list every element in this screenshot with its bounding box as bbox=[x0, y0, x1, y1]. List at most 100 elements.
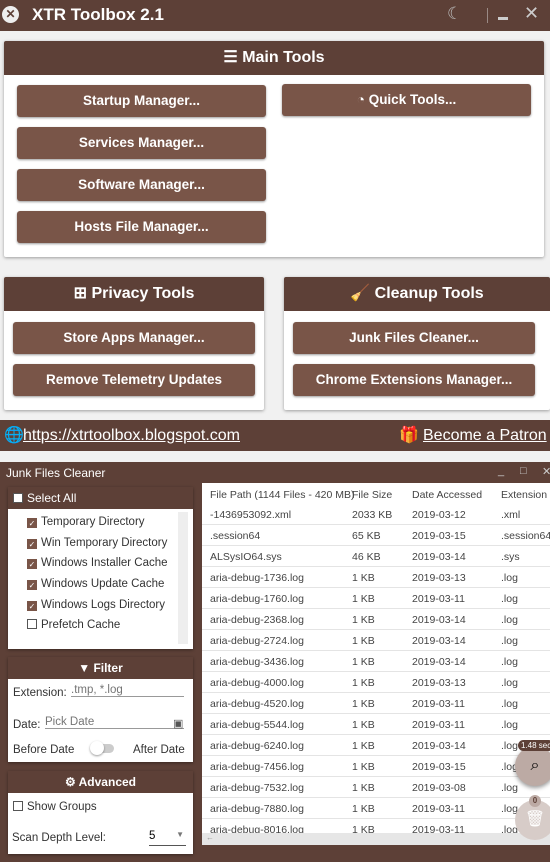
hosts-file-manager-button[interactable]: Hosts File Manager... bbox=[17, 211, 266, 243]
table-row[interactable]: aria-debug-4000.log 1 KB 2019-03-13 .log bbox=[202, 672, 550, 693]
quick-tools-button[interactable]: ◔ Quick Tools... bbox=[282, 84, 531, 116]
table-cell: 2019-03-12 bbox=[412, 509, 466, 521]
extension-input[interactable] bbox=[71, 684, 184, 697]
table-cell: aria-debug-1736.log bbox=[210, 572, 304, 584]
patron-link[interactable]: Become a Patron bbox=[423, 427, 547, 445]
table-row[interactable]: aria-debug-2368.log 1 KB 2019-03-14 .log bbox=[202, 609, 550, 630]
table-cell: aria-debug-7456.log bbox=[210, 761, 304, 773]
scan-depth-label: Scan Depth Level: bbox=[12, 832, 106, 844]
locations-panel: Select All ✓ Temporary Directory ✓ Win Tem… bbox=[8, 487, 193, 649]
table-cell: 1 KB bbox=[352, 572, 375, 584]
table-cell: aria-debug-7880.log bbox=[210, 803, 304, 815]
table-row[interactable]: aria-debug-4520.log 1 KB 2019-03-11 .log bbox=[202, 693, 550, 714]
date-toggle[interactable] bbox=[90, 741, 114, 755]
column-header[interactable]: File Path (1144 Files - 420 MB) bbox=[210, 489, 355, 501]
speedometer-icon: ◔ bbox=[356, 92, 369, 107]
checkbox[interactable]: ✓ bbox=[27, 559, 37, 569]
app-titlebar: ✕ XTR Toolbox 2.1 ☾ ✕ bbox=[0, 0, 550, 31]
table-cell: -1436953092.xml bbox=[210, 509, 292, 521]
checkbox[interactable] bbox=[13, 801, 23, 811]
table-cell: 2019-03-15 bbox=[412, 530, 466, 542]
app-logo-icon: ✕ bbox=[2, 6, 19, 23]
privacy-tools-header: ⊞ Privacy Tools bbox=[4, 277, 264, 311]
main-tools-header: ☰ Main Tools bbox=[4, 41, 544, 75]
table-row[interactable]: .session64 65 KB 2019-03-15 .session64 bbox=[202, 525, 550, 546]
table-row[interactable]: aria-debug-7532.log 1 KB 2019-03-08 .log bbox=[202, 777, 550, 798]
scan-depth-select[interactable]: 5 ▼ bbox=[149, 830, 186, 846]
table-cell: aria-debug-4000.log bbox=[210, 677, 304, 689]
select-all-header[interactable]: Select All bbox=[8, 487, 193, 509]
table-cell: 2019-03-11 bbox=[412, 698, 465, 710]
junk-files-cleaner-button[interactable]: Junk Files Cleaner... bbox=[293, 322, 535, 354]
checkbox[interactable]: ✓ bbox=[27, 539, 37, 549]
location-item[interactable]: ✓ Windows Installer Cache bbox=[27, 557, 168, 569]
cleanup-tools-header: 🧹 Cleanup Tools bbox=[284, 277, 550, 311]
window-maximize-button[interactable]: □ bbox=[520, 465, 527, 477]
table-row[interactable]: aria-debug-5544.log 1 KB 2019-03-11 .log bbox=[202, 714, 550, 735]
window-minimize-button[interactable]: _ bbox=[498, 465, 504, 477]
table-cell: .session64 bbox=[501, 530, 550, 542]
table-cell: .log bbox=[501, 614, 518, 626]
table-cell: 2019-03-11 bbox=[412, 719, 465, 731]
table-cell: 2019-03-11 bbox=[412, 803, 465, 815]
date-input[interactable] bbox=[45, 716, 184, 729]
table-cell: 2019-03-14 bbox=[412, 635, 466, 647]
dark-mode-toggle-icon[interactable]: ☾ bbox=[447, 4, 462, 24]
table-row[interactable]: aria-debug-7880.log 1 KB 2019-03-11 .log bbox=[202, 798, 550, 819]
table-row[interactable]: aria-debug-7456.log 1 KB 2019-03-15 .log bbox=[202, 756, 550, 777]
checkbox[interactable]: ✓ bbox=[27, 580, 37, 590]
table-row[interactable]: aria-debug-2724.log 1 KB 2019-03-14 .log bbox=[202, 630, 550, 651]
column-header[interactable]: File Size bbox=[352, 489, 392, 501]
remove-telemetry-button[interactable]: Remove Telemetry Updates bbox=[13, 364, 255, 396]
calendar-icon[interactable]: ▣ bbox=[173, 717, 183, 730]
table-cell: aria-debug-1760.log bbox=[210, 593, 304, 605]
column-header[interactable]: Date Accessed bbox=[412, 489, 482, 501]
table-row[interactable]: ALSysIO64.sys 46 KB 2019-03-14 .sys bbox=[202, 546, 550, 567]
table-cell: 2019-03-14 bbox=[412, 614, 466, 626]
table-cell: 1 KB bbox=[352, 803, 375, 815]
table-cell: 1 KB bbox=[352, 677, 375, 689]
filter-panel: ▼ Filter Extension: Date: ▣ Before Date … bbox=[8, 657, 193, 762]
table-cell: .log bbox=[501, 698, 518, 710]
location-item[interactable]: ✓ Windows Logs Directory bbox=[27, 599, 165, 611]
location-item[interactable]: Prefetch Cache bbox=[27, 619, 120, 631]
column-header[interactable]: Extension bbox=[501, 489, 547, 501]
checkbox[interactable]: ✓ bbox=[27, 601, 37, 611]
store-apps-manager-button[interactable]: Store Apps Manager... bbox=[13, 322, 255, 354]
table-cell: .log bbox=[501, 656, 518, 668]
table-row[interactable]: -1436953092.xml 2033 KB 2019-03-12 .xml bbox=[202, 504, 550, 525]
table-row[interactable]: aria-debug-3436.log 1 KB 2019-03-14 .log bbox=[202, 651, 550, 672]
scan-button[interactable]: ⌕ bbox=[515, 746, 550, 786]
close-button[interactable]: ✕ bbox=[524, 3, 539, 24]
table-row[interactable]: aria-debug-1736.log 1 KB 2019-03-13 .log bbox=[202, 567, 550, 588]
checkbox[interactable] bbox=[27, 619, 37, 629]
delete-count-badge: 0 bbox=[529, 795, 541, 807]
filter-header: ▼ Filter bbox=[8, 657, 193, 679]
app-title: XTR Toolbox 2.1 bbox=[32, 5, 164, 24]
scan-time-badge: 1.48 sec bbox=[518, 740, 550, 751]
chrome-extensions-button[interactable]: Chrome Extensions Manager... bbox=[293, 364, 535, 396]
services-manager-button[interactable]: Services Manager... bbox=[17, 127, 266, 159]
table-cell: 1 KB bbox=[352, 761, 375, 773]
table-cell: 1 KB bbox=[352, 698, 375, 710]
software-manager-button[interactable]: Software Manager... bbox=[17, 169, 266, 201]
chevron-down-icon: ▼ bbox=[176, 830, 184, 839]
startup-manager-button[interactable]: Startup Manager... bbox=[17, 85, 266, 117]
horizontal-scrollbar[interactable]: ← bbox=[202, 833, 550, 845]
website-link[interactable]: https://xtrtoolbox.blogspot.com bbox=[23, 427, 240, 445]
checkbox[interactable]: ✓ bbox=[27, 518, 37, 528]
location-item[interactable]: ✓ Windows Update Cache bbox=[27, 578, 164, 590]
funnel-icon: ▼ bbox=[78, 661, 94, 675]
show-groups-checkbox[interactable]: Show Groups bbox=[13, 801, 97, 813]
table-row[interactable]: aria-debug-1760.log 1 KB 2019-03-11 .log bbox=[202, 588, 550, 609]
window-close-button[interactable]: ✕ bbox=[542, 465, 550, 478]
location-item[interactable]: ✓ Temporary Directory bbox=[27, 516, 145, 528]
date-label: Date: bbox=[13, 719, 41, 731]
table-row[interactable]: aria-debug-6240.log 1 KB 2019-03-14 .log bbox=[202, 735, 550, 756]
table-cell: 2019-03-13 bbox=[412, 677, 466, 689]
broom-icon: 🧹 bbox=[350, 285, 375, 302]
select-all-checkbox[interactable] bbox=[13, 493, 23, 503]
list-scrollbar[interactable] bbox=[178, 512, 188, 644]
location-item[interactable]: ✓ Win Temporary Directory bbox=[27, 537, 167, 549]
minimize-button[interactable] bbox=[498, 17, 508, 20]
